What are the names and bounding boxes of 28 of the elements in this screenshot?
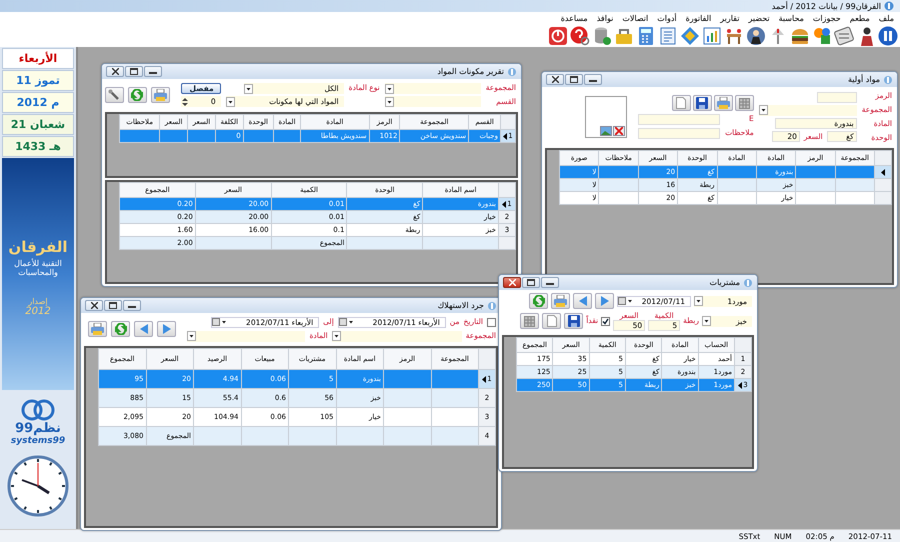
weekday-label: الأربعاء (2, 48, 74, 69)
menu-item[interactable]: أدوات (657, 14, 677, 23)
window-title: مواد أولية (848, 75, 880, 84)
menu-item[interactable]: محاسبة (778, 14, 804, 23)
menu-item[interactable]: مطعم (850, 14, 870, 23)
date-label: 1433 هـ (2, 136, 74, 157)
date-label: 21 شعبان (2, 114, 74, 135)
brand-name: نظم99 (15, 421, 61, 436)
date-label: 11 تموز (2, 70, 74, 91)
menu-item[interactable]: ملف (878, 14, 894, 23)
window-title: جرد الاستهلاك (438, 301, 484, 310)
logo-subtitle: والمحاسبات (18, 268, 58, 277)
menu-item[interactable]: حجوزات (812, 14, 841, 23)
menu-item[interactable]: نوافذ (596, 14, 614, 23)
date-label: 2012 م (2, 92, 74, 113)
window-title: تقرير مكونات المواد (437, 67, 504, 76)
menu-item[interactable]: تحضير (748, 14, 770, 23)
menu-item[interactable]: اتصالات (622, 14, 648, 23)
brand-latin-name: systems99 (10, 436, 66, 446)
version-label: إصدار (28, 297, 48, 306)
version-year: 2012 (25, 306, 51, 317)
app-title: الفرقان99 / بيانات 2012 / أحمد (772, 2, 881, 10)
logo-title: الفرقان (8, 238, 68, 258)
window-title: مشتريات (710, 278, 740, 287)
logo-subtitle: التقنية للأعمال (14, 259, 62, 268)
menu-item[interactable]: مساعدة (560, 14, 588, 23)
menu-item[interactable]: الفاتورة (686, 14, 712, 23)
menu-item[interactable]: تقارير (720, 14, 740, 23)
